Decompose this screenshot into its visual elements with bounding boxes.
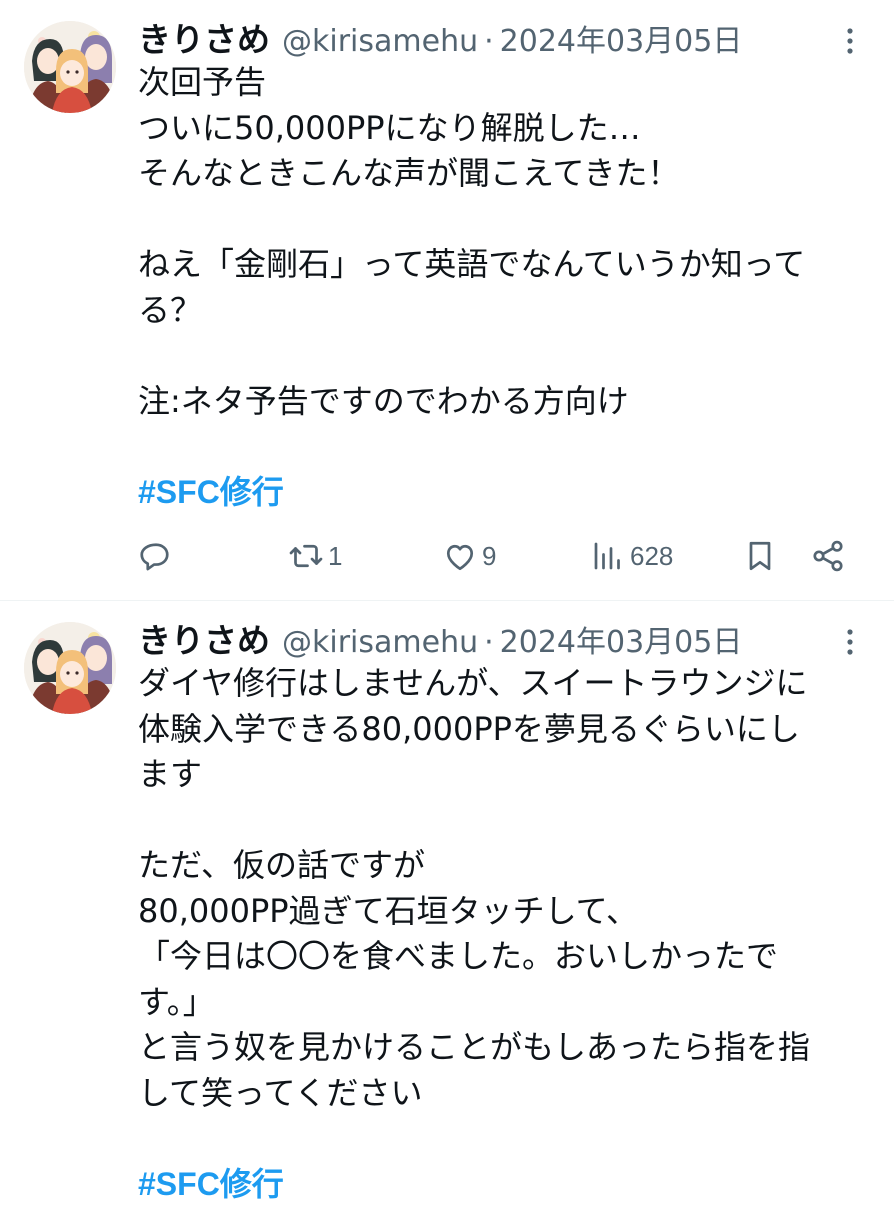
- tweet-paragraph: ねえ「金剛石」って英語でなんていうか知って る？: [138, 245, 806, 329]
- avatar[interactable]: [24, 622, 116, 714]
- author-handle[interactable]: @kirisamehu: [282, 24, 478, 59]
- hashtag-link[interactable]: #SFC修行: [138, 1166, 284, 1202]
- reply-button[interactable]: [138, 532, 178, 580]
- reply-icon: [140, 543, 169, 571]
- views-icon: [594, 542, 620, 570]
- tweet-paragraph: [138, 333, 878, 379]
- tweet-paragraph: 注:ネタ予告ですのでわかる方向け: [138, 381, 629, 420]
- more-icon: [847, 28, 853, 54]
- share-button[interactable]: [810, 532, 846, 580]
- like-button[interactable]: 9: [442, 532, 496, 580]
- retweet-button[interactable]: 1: [288, 532, 342, 580]
- bookmark-icon: [749, 541, 771, 571]
- tweet-date[interactable]: 2024年03月05日: [500, 625, 743, 660]
- bookmark-button[interactable]: [742, 532, 778, 580]
- retweet-count: 1: [328, 540, 343, 571]
- views-button[interactable]: 628: [590, 532, 673, 580]
- separator-dot: ·: [484, 625, 494, 660]
- author-handle[interactable]: @kirisamehu: [282, 625, 478, 660]
- tweet-paragraph: ただ、仮の話ですが 80,000PP過ぎて石垣タッチして、 「今日は〇〇を食べま…: [138, 846, 811, 1112]
- tweet-paragraph: [138, 197, 878, 243]
- more-button[interactable]: [836, 625, 864, 659]
- tweet-paragraph: 次回予告 ついに50,000PPになり解脱した… そんなときこんな声が聞こえてき…: [138, 63, 680, 192]
- avatar-image: [24, 622, 116, 714]
- views-count: 628: [630, 540, 674, 571]
- author-name[interactable]: きりさめ: [138, 20, 270, 59]
- tweet[interactable]: きりさめ @kirisamehu · 2024年03月05日 ダイヤ修行はしませんが、…: [0, 601, 894, 1202]
- tweet-paragraph: [138, 1116, 878, 1162]
- share-icon: [813, 540, 843, 572]
- avatar-image: [24, 21, 116, 113]
- tweet-paragraph: [138, 424, 878, 470]
- more-icon: [847, 629, 853, 655]
- tweet-paragraph: ダイヤ修行はしませんが、スイートラウンジに 体験入学できる80,000PPを夢見…: [138, 664, 808, 793]
- action-bar: 1 9 628: [138, 532, 858, 580]
- tweet-text: 次回予告 ついに50,000PPになり解脱した… そんなときこんな声が聞こえてき…: [138, 60, 878, 515]
- tweet-date[interactable]: 2024年03月05日: [500, 24, 743, 59]
- tweet-header: きりさめ @kirisamehu · 2024年03月05日: [138, 16, 742, 64]
- like-count: 9: [482, 540, 497, 571]
- like-icon: [446, 544, 474, 571]
- tweet[interactable]: きりさめ @kirisamehu · 2024年03月05日 次回予告 ついに50,0…: [0, 0, 894, 600]
- retweet-icon: [289, 544, 323, 568]
- tweet-header: きりさめ @kirisamehu · 2024年03月05日: [138, 617, 742, 665]
- tweet-text: ダイヤ修行はしませんが、スイートラウンジに 体験入学できる80,000PPを夢見…: [138, 661, 878, 1207]
- avatar[interactable]: [24, 21, 116, 113]
- tweet-paragraph: [138, 798, 878, 844]
- author-name[interactable]: きりさめ: [138, 621, 270, 660]
- hashtag-link[interactable]: #SFC修行: [138, 474, 284, 510]
- separator-dot: ·: [484, 24, 494, 59]
- more-button[interactable]: [836, 24, 864, 58]
